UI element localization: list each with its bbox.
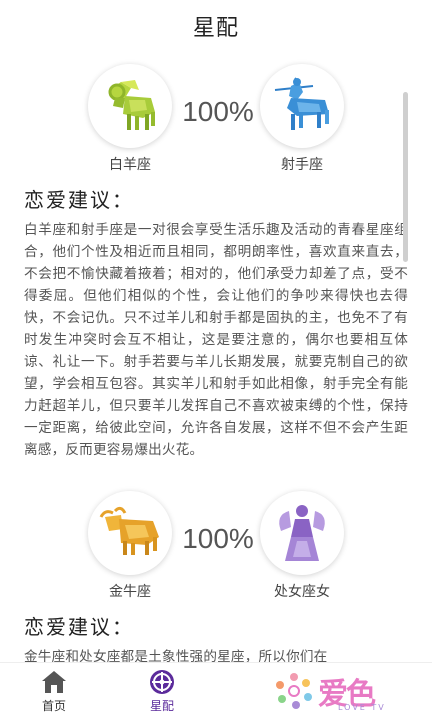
sign-sagittarius[interactable]: 射手座 <box>260 64 344 174</box>
sign-virgo[interactable]: 处女座女 <box>260 491 344 601</box>
home-icon <box>42 671 66 693</box>
sign-name: 金牛座 <box>109 584 151 600</box>
match-list[interactable]: 白羊座 100% 射手座 恋爱建议： 白羊座和射手座是一对很会享受生活乐趣及活动… <box>0 52 432 662</box>
advice-title: 恋爱建议： <box>24 615 134 639</box>
tab-match[interactable]: 星配 <box>122 669 202 714</box>
compass-target-icon <box>150 670 174 694</box>
page-title: 星配 <box>192 16 239 41</box>
brand-logo: 爱色 LOVE TV <box>274 667 404 717</box>
match-percent: 100% <box>182 96 254 127</box>
match-percent: 100% <box>182 523 254 554</box>
app-header: 星配 <box>0 0 432 52</box>
sagittarius-icon <box>260 64 344 148</box>
advice-title: 恋爱建议： <box>24 188 134 212</box>
sign-taurus[interactable]: 金牛座 <box>88 491 172 601</box>
match-card: 金牛座 100% 处女座女 <box>0 479 432 601</box>
sign-aries[interactable]: 白羊座 <box>88 64 172 174</box>
flower-logo-icon <box>276 673 312 709</box>
tab-home[interactable]: 首页 <box>14 669 94 714</box>
match-card: 白羊座 100% 射手座 <box>0 52 432 174</box>
aries-icon <box>88 64 172 148</box>
virgo-icon <box>260 491 344 575</box>
tab-home-label: 首页 <box>41 699 66 713</box>
sign-name: 处女座女 <box>274 584 330 600</box>
tab-match-label: 星配 <box>149 699 174 713</box>
sign-name: 白羊座 <box>109 157 151 173</box>
sign-name: 射手座 <box>281 157 323 173</box>
brand-subtitle: LOVE TV <box>338 703 386 712</box>
bottom-tab-bar: 首页 星配 爱色 LOVE TV <box>0 662 432 720</box>
advice-text: 白羊座和射手座是一对很会享受生活乐趣及活动的青春星座组合，他们个性及相近而且相同… <box>24 222 408 458</box>
taurus-icon <box>88 491 172 575</box>
advice-text: 金牛座和处女座都是土象性强的星座，所以你们在 <box>24 649 328 662</box>
